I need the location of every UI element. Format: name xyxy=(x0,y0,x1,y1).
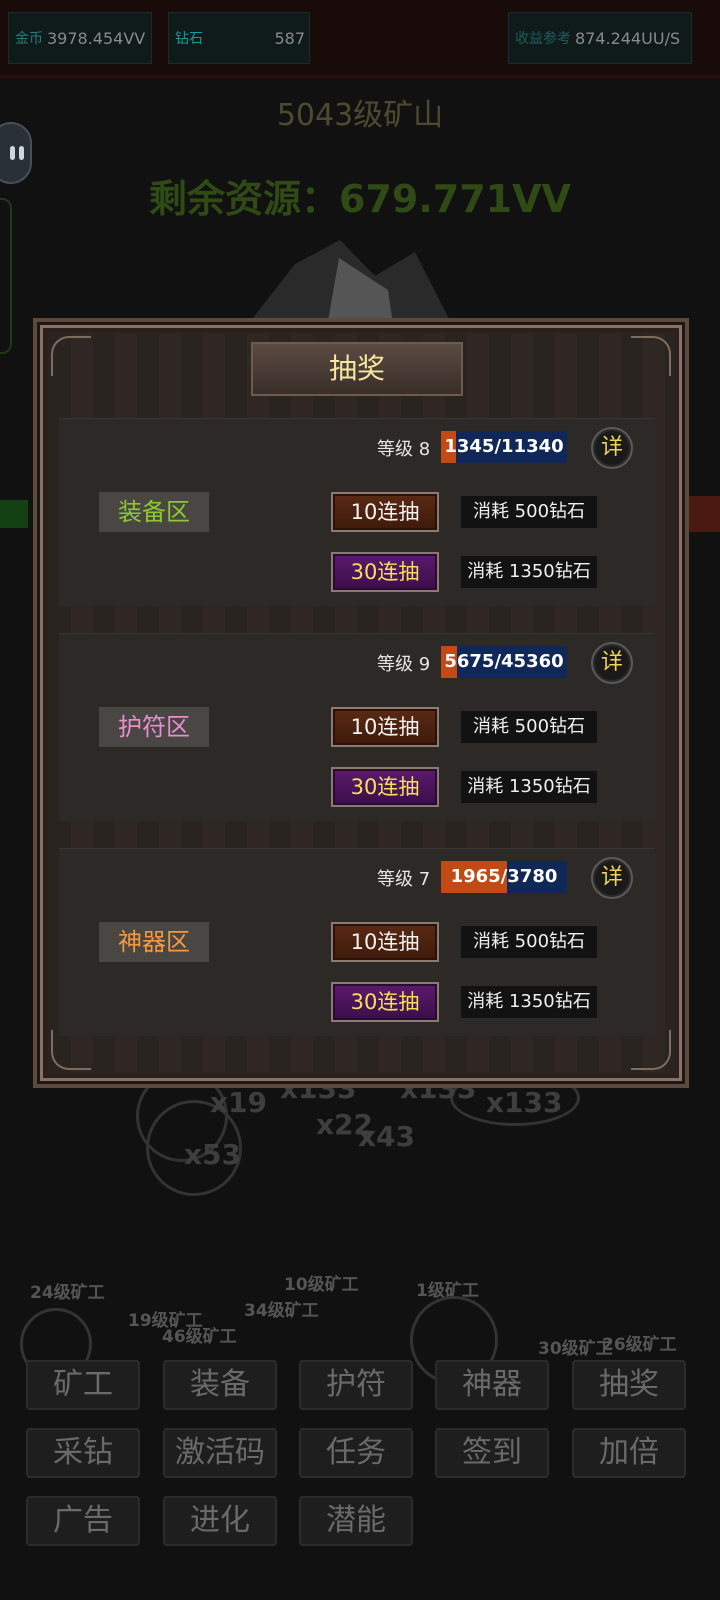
dialog-corner-ornament xyxy=(631,336,671,376)
zone-level: 等级 8 xyxy=(377,439,431,460)
menu-diamond-mining-button[interactable]: 采钻 xyxy=(26,1428,140,1478)
top-resource-bar: 金币 3978.454VV 钻石 587 收益参考 874.244UU/S xyxy=(0,0,720,78)
gold-value: 3978.454VV xyxy=(47,28,146,48)
income-value: 874.244UU/S xyxy=(575,28,681,48)
zone-progress-bar: 1345/11340 xyxy=(441,431,567,463)
draw-30-cost: 消耗 1350钻石 xyxy=(461,986,597,1018)
multiplier-label: x133 xyxy=(486,1086,563,1119)
menu-miners-button[interactable]: 矿工 xyxy=(26,1360,140,1410)
draw-10-button[interactable]: 10连抽 xyxy=(331,922,439,962)
zone-name: 神器区 xyxy=(99,922,209,962)
side-menu-toggle[interactable] xyxy=(0,122,32,184)
miner-level-label: 46级矿工 xyxy=(162,1327,237,1347)
amulet-zone: 护符区 等级 9 5675/45360 详 10连抽 消耗 500钻石 30连抽… xyxy=(59,633,655,821)
draw-10-button[interactable]: 10连抽 xyxy=(331,492,439,532)
miner-level-label: 10级矿工 xyxy=(284,1275,359,1295)
mine-level-title: 5043级矿山 xyxy=(276,98,444,133)
draw-30-button[interactable]: 30连抽 xyxy=(331,552,439,592)
diamond-counter: 钻石 587 xyxy=(168,12,310,64)
detail-button[interactable]: 详 xyxy=(591,857,633,899)
progress-text: 1345/11340 xyxy=(444,436,564,457)
detail-button[interactable]: 详 xyxy=(591,427,633,469)
menu-equipment-button[interactable]: 装备 xyxy=(163,1360,277,1410)
remaining-resources: 剩余资源：679.771VV xyxy=(149,177,571,221)
draw-30-button[interactable]: 30连抽 xyxy=(331,982,439,1022)
draw-30-cost: 消耗 1350钻石 xyxy=(461,556,597,588)
multiplier-label: x53 xyxy=(184,1138,242,1171)
income-counter: 收益参考 874.244UU/S xyxy=(508,12,692,64)
equipment-zone: 装备区 等级 8 1345/11340 详 10连抽 消耗 500钻石 30连抽… xyxy=(59,418,655,606)
multiplier-label: x19 xyxy=(210,1086,268,1119)
diamond-value: 587 xyxy=(274,28,305,48)
progress-text: 5675/45360 xyxy=(444,651,564,672)
draw-30-cost: 消耗 1350钻石 xyxy=(461,771,597,803)
zone-progress-bar: 5675/45360 xyxy=(441,646,567,678)
zone-progress-bar: 1965/3780 xyxy=(441,861,567,893)
diamond-label: 钻石 xyxy=(175,31,203,47)
gold-counter: 金币 3978.454VV xyxy=(8,12,152,64)
dialog-title: 抽奖 xyxy=(251,342,463,396)
miner-level-label: 34级矿工 xyxy=(244,1301,319,1321)
menu-tasks-button[interactable]: 任务 xyxy=(299,1428,413,1478)
draw-30-button[interactable]: 30连抽 xyxy=(331,767,439,807)
dialog-corner-ornament xyxy=(51,1030,91,1070)
left-status-bar xyxy=(0,500,28,528)
miner-level-label: 24级矿工 xyxy=(30,1283,105,1303)
zone-name: 装备区 xyxy=(99,492,209,532)
menu-evolve-button[interactable]: 进化 xyxy=(163,1496,277,1546)
multiplier-label: x43 xyxy=(358,1120,416,1153)
income-label: 收益参考 xyxy=(515,31,571,47)
menu-amulet-button[interactable]: 护符 xyxy=(299,1360,413,1410)
side-panel-frame xyxy=(0,198,12,354)
artifact-zone: 神器区 等级 7 1965/3780 详 10连抽 消耗 500钻石 30连抽 … xyxy=(59,848,655,1036)
menu-checkin-button[interactable]: 签到 xyxy=(435,1428,549,1478)
detail-button[interactable]: 详 xyxy=(591,642,633,684)
menu-lottery-button[interactable]: 抽奖 xyxy=(572,1360,686,1410)
dialog-corner-ornament xyxy=(631,1030,671,1070)
menu-activation-code-button[interactable]: 激活码 xyxy=(163,1428,277,1478)
draw-10-cost: 消耗 500钻石 xyxy=(461,496,597,528)
dialog-corner-ornament xyxy=(51,336,91,376)
lottery-dialog: 抽奖 装备区 等级 8 1345/11340 详 10连抽 消耗 500钻石 3… xyxy=(33,318,689,1088)
menu-potential-button[interactable]: 潜能 xyxy=(299,1496,413,1546)
menu-artifact-button[interactable]: 神器 xyxy=(435,1360,549,1410)
draw-10-cost: 消耗 500钻石 xyxy=(461,926,597,958)
menu-double-button[interactable]: 加倍 xyxy=(572,1428,686,1478)
draw-10-button[interactable]: 10连抽 xyxy=(331,707,439,747)
zone-level: 等级 9 xyxy=(377,654,431,675)
zone-level: 等级 7 xyxy=(377,869,431,890)
draw-10-cost: 消耗 500钻石 xyxy=(461,711,597,743)
miner-level-label: 26级矿工 xyxy=(602,1335,677,1355)
gold-label: 金币 xyxy=(15,31,43,47)
progress-text: 1965/3780 xyxy=(450,866,558,887)
menu-ads-button[interactable]: 广告 xyxy=(26,1496,140,1546)
zone-name: 护符区 xyxy=(99,707,209,747)
